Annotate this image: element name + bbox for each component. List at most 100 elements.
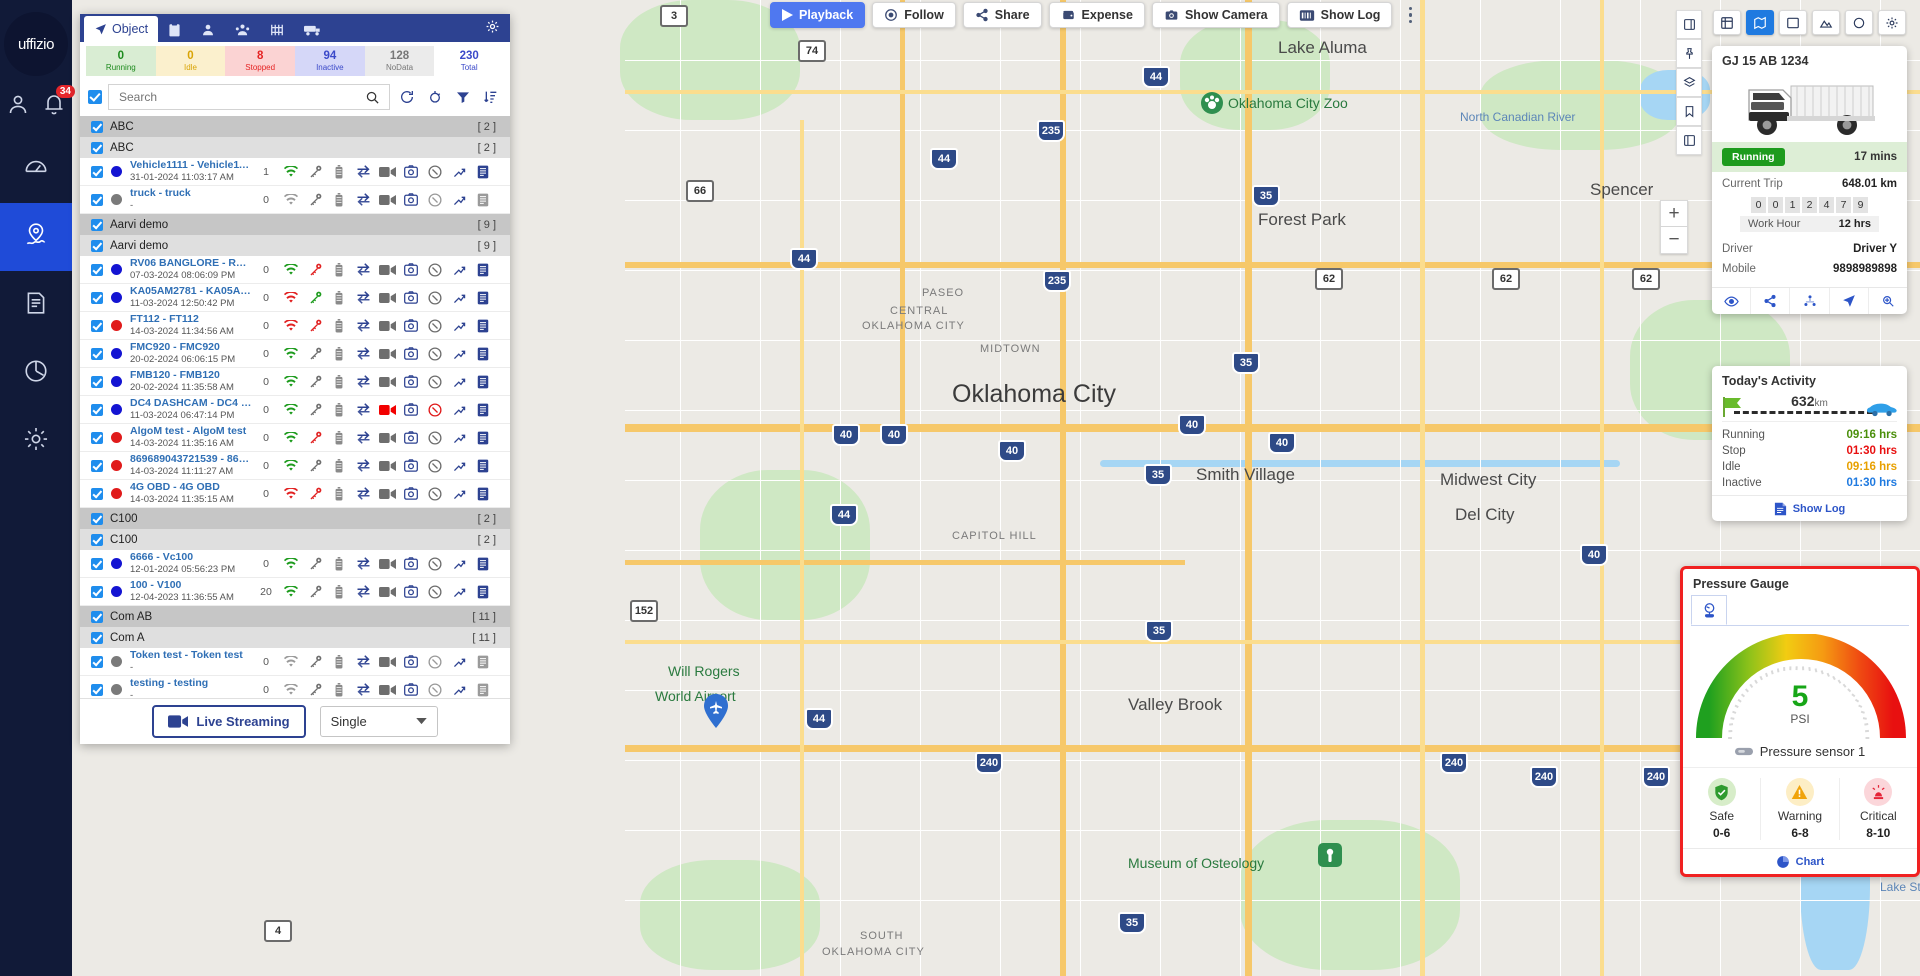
show-camera-button[interactable]: Show Camera (1151, 2, 1280, 28)
vehicle-row[interactable]: FMC920 - FMC920 20-02-2024 06:06:15 PM 0 (80, 340, 510, 368)
battery-icon[interactable] (327, 315, 351, 337)
vehicle-row[interactable]: 6666 - Vc100 12-01-2024 05:56:23 PM 0 (80, 550, 510, 578)
search-box[interactable] (108, 84, 390, 110)
status-filter-nodata[interactable]: 128 NoData (364, 46, 435, 76)
report-icon[interactable] (471, 483, 495, 505)
vehicle-row[interactable]: testing - testing - 0 (80, 676, 510, 698)
camera-video-icon[interactable] (375, 483, 399, 505)
panel-settings-gear-icon[interactable] (485, 19, 500, 39)
switch-icon[interactable] (351, 581, 375, 603)
alert-icon[interactable] (423, 315, 447, 337)
report-icon[interactable] (471, 679, 495, 699)
vehicle-row[interactable]: DC4 DASHCAM - DC4 DAS...11-03-2024 06:47… (80, 396, 510, 424)
camera-video-icon[interactable] (375, 455, 399, 477)
rail-item-analytics[interactable] (0, 339, 72, 407)
rail-item-reports[interactable] (0, 271, 72, 339)
vehicle-title[interactable]: 869689043721539 - 86968... (130, 453, 253, 466)
battery-icon[interactable] (327, 161, 351, 183)
wifi-icon[interactable] (279, 483, 303, 505)
report-icon[interactable] (471, 343, 495, 365)
camera-video-icon[interactable] (375, 315, 399, 337)
key-icon[interactable] (303, 553, 327, 575)
photo-icon[interactable] (399, 483, 423, 505)
subgroup-header[interactable]: C100 [ 2 ] (80, 529, 510, 550)
vehicle-title[interactable]: truck - truck (130, 187, 253, 200)
eye-icon[interactable] (1712, 288, 1752, 314)
photo-icon[interactable] (399, 287, 423, 309)
photo-icon[interactable] (399, 553, 423, 575)
report-icon[interactable] (471, 399, 495, 421)
switch-icon[interactable] (351, 189, 375, 211)
report-icon[interactable] (471, 315, 495, 337)
vehicle-row[interactable]: Token test - Token test - 0 (80, 648, 510, 676)
alert-icon[interactable] (423, 427, 447, 449)
status-filter-stopped[interactable]: 8 Stopped (225, 46, 296, 76)
vehicle-title[interactable]: 4G OBD - 4G OBD (130, 481, 253, 494)
row-checkbox[interactable] (91, 120, 103, 133)
map-type-default[interactable] (1746, 10, 1774, 35)
live-streaming-button[interactable]: Live Streaming (152, 705, 306, 738)
signal-icon[interactable] (447, 581, 471, 603)
report-icon[interactable] (471, 161, 495, 183)
signal-icon[interactable] (447, 371, 471, 393)
switch-icon[interactable] (351, 651, 375, 673)
switch-icon[interactable] (351, 679, 375, 699)
battery-icon[interactable] (327, 651, 351, 673)
key-icon[interactable] (303, 371, 327, 393)
vehicle-title[interactable]: RV06 BANGLORE - RV06 B... (130, 257, 253, 270)
row-checkbox[interactable] (91, 403, 103, 416)
key-icon[interactable] (303, 651, 327, 673)
photo-icon[interactable] (399, 581, 423, 603)
wifi-icon[interactable] (279, 455, 303, 477)
vehicle-row[interactable]: Vehicle1111 - Vehicle1111 31-01-2024 11:0… (80, 158, 510, 186)
signal-icon[interactable] (447, 259, 471, 281)
panel-tab-object[interactable]: Object (84, 16, 159, 42)
panel-tab-group[interactable] (225, 18, 260, 42)
row-checkbox[interactable] (91, 533, 103, 546)
switch-icon[interactable] (351, 455, 375, 477)
battery-icon[interactable] (327, 189, 351, 211)
alert-icon[interactable] (423, 651, 447, 673)
row-checkbox[interactable] (91, 319, 103, 332)
switch-icon[interactable] (351, 399, 375, 421)
alert-icon[interactable] (423, 483, 447, 505)
camera-video-icon[interactable] (375, 161, 399, 183)
signal-icon[interactable] (447, 315, 471, 337)
alert-icon[interactable] (423, 679, 447, 699)
camera-video-icon[interactable] (375, 371, 399, 393)
vehicle-row[interactable]: 4G OBD - 4G OBD 14-03-2024 11:35:15 AM 0 (80, 480, 510, 508)
photo-icon[interactable] (399, 679, 423, 699)
row-checkbox[interactable] (91, 141, 103, 154)
sort-icon[interactable] (480, 86, 502, 108)
row-checkbox[interactable] (91, 347, 103, 360)
key-icon[interactable] (303, 189, 327, 211)
signal-icon[interactable] (447, 679, 471, 699)
fullscreen-icon[interactable] (1676, 126, 1702, 155)
key-icon[interactable] (303, 161, 327, 183)
vehicle-title[interactable]: FT112 - FT112 (130, 313, 253, 326)
row-checkbox[interactable] (91, 431, 103, 444)
photo-icon[interactable] (399, 161, 423, 183)
report-icon[interactable] (471, 287, 495, 309)
gauge-icon[interactable] (1691, 595, 1727, 625)
row-checkbox[interactable] (91, 459, 103, 472)
signal-icon[interactable] (447, 651, 471, 673)
wifi-icon[interactable] (279, 651, 303, 673)
status-filter-idle[interactable]: 0 Idle (155, 46, 226, 76)
camera-video-icon[interactable] (375, 399, 399, 421)
map-settings-button[interactable] (1878, 10, 1906, 35)
panel-tab-person[interactable] (191, 18, 225, 42)
alert-icon[interactable] (423, 161, 447, 183)
row-checkbox[interactable] (91, 585, 103, 598)
camera-video-icon[interactable] (375, 287, 399, 309)
vehicle-row[interactable]: 869689043721539 - 86968... 14-03-2024 11:… (80, 452, 510, 480)
wifi-icon[interactable] (279, 427, 303, 449)
row-checkbox[interactable] (91, 631, 103, 644)
camera-video-icon[interactable] (375, 581, 399, 603)
group-header[interactable]: C100 [ 2 ] (80, 508, 510, 529)
signal-icon[interactable] (447, 287, 471, 309)
key-icon[interactable] (303, 259, 327, 281)
follow-button[interactable]: Follow (872, 2, 956, 28)
search-location-icon[interactable] (1869, 288, 1907, 314)
vehicle-row[interactable]: RV06 BANGLORE - RV06 B...07-03-2024 08:0… (80, 256, 510, 284)
